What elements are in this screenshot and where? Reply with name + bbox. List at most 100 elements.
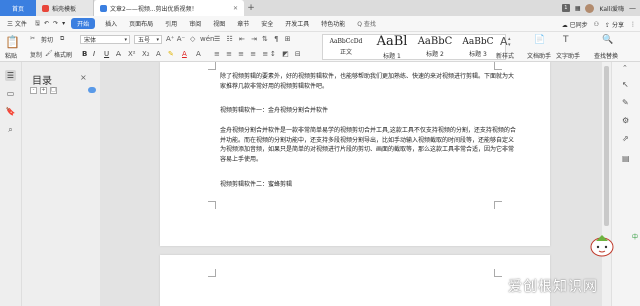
doc-assistant-button[interactable]: 文档助手 [527,51,551,60]
collaborate-icon[interactable]: ⚇ [594,21,599,28]
menu-file[interactable]: 三 文件 [3,19,33,28]
expand-ribbon-icon[interactable]: ⌃ [622,64,632,74]
style-sample: AaBl [376,34,408,49]
phonetic-icon[interactable]: wén [200,35,214,43]
style-heading-3[interactable]: AaBbC 标题 3 [458,34,498,60]
bold-button[interactable]: B [82,50,87,58]
clear-format-icon[interactable]: ◇ [190,35,195,43]
tab-references[interactable]: 引用 [159,19,183,28]
paste-icon[interactable]: 📋 [5,35,20,49]
font-size-select[interactable]: 五号 ▾ [134,35,162,44]
avatar[interactable] [585,3,595,13]
list-icons[interactable]: ☰ ☷ ⇤ ⇥ [214,35,259,43]
text-assistant-button[interactable]: 文字助手 [556,51,580,60]
tab-insert[interactable]: 插入 [99,19,123,28]
search-icon[interactable]: ⌕ [5,124,16,135]
scissors-icon[interactable]: ✂ [30,35,35,42]
outline-level-button[interactable]: □ [50,87,57,94]
find-replace-button[interactable]: 查找替换 [594,51,618,60]
font-name-select[interactable]: 宋体 ▾ [80,35,130,44]
style-heading-1[interactable]: AaBl 标题 1 [372,34,412,60]
undo-icon[interactable]: ↶ [42,20,51,27]
underline-button[interactable]: U [104,50,109,58]
outline-toggle[interactable] [88,87,96,93]
document-page-2[interactable] [160,255,550,306]
align-icons[interactable]: ≡ ≡ ≡ ≡ ≡ [214,50,270,58]
body-paragraph[interactable]: 除了视频剪辑的要素外，好的视频剪辑软件，也能够帮助我们更加熟练、快速的来对视频进… [220,72,518,91]
tab-review[interactable]: 审阅 [183,19,207,28]
body-paragraph[interactable]: 金舟视频分割合并软件是一款非常简单易学的视频剪切合并工具,这款工具不仅支持视频的… [220,126,518,164]
copy-icon[interactable]: ⧉ [60,35,64,43]
style-heading-2[interactable]: AaBbC 标题 2 [416,34,454,60]
case-icon[interactable]: A [156,50,161,58]
tab-security[interactable]: 安全 [255,19,279,28]
minimize-icon[interactable]: — [629,4,636,12]
char-shading-icon[interactable]: A [196,50,201,58]
close-tab-icon[interactable]: ✕ [233,5,238,12]
tab-view[interactable]: 视图 [207,19,231,28]
copy-button[interactable]: 复制 [30,50,42,59]
superscript-icon[interactable]: X² [128,50,136,58]
sort-icons[interactable]: ⇅ ¶ ⊞ [262,35,293,43]
tab-start[interactable]: 开始 [71,18,96,29]
new-style-button[interactable]: 新样式 [496,51,514,60]
tab-developer[interactable]: 开发工具 [279,19,315,28]
font-grow-icon[interactable]: A⁺ A⁻ [166,35,185,43]
find-icon[interactable]: 🔍 [602,35,613,45]
grid-icon[interactable]: ▦ [575,5,581,12]
spacing-icons[interactable]: ↕ ◩ ⊟ [270,50,303,58]
outline-nav-icon[interactable]: ☰ [5,70,16,81]
more-icon[interactable]: ▾ [60,20,67,27]
select-icon[interactable]: ↖ [622,80,632,90]
tab-page-layout[interactable]: 页面布局 [123,19,159,28]
tab-special-features[interactable]: 特色功能 [315,19,351,28]
format-painter-button[interactable]: 格式刷 [54,50,72,59]
user-name[interactable]: Kalli爱嗨 [599,4,624,13]
sync-status[interactable]: ☁ 已同步 [562,20,588,29]
more-menu-icon[interactable]: ⋮ [630,21,636,28]
bookmark-icon[interactable]: 🔖 [5,106,16,117]
doc-assistant-icon[interactable]: 📄 [534,35,545,45]
margin-marker [494,62,502,70]
subscript-icon[interactable]: X₂ [142,50,150,58]
tab-section[interactable]: 章节 [231,19,255,28]
redo-icon[interactable]: ↷ [51,20,60,27]
style-normal[interactable]: AaBbCcDd 正文 [326,34,366,60]
vertical-scrollbar[interactable] [602,62,611,306]
document-page[interactable]: 除了视频剪辑的要素外，好的视频剪辑软件，也能够帮助我们更加熟练、快速的来对视频进… [160,62,550,246]
highlight-icon[interactable]: ✎ [168,50,174,58]
close-icon[interactable]: × [80,73,87,82]
sync-label: 已同步 [569,21,588,29]
collapse-button[interactable]: - [30,87,37,94]
section-heading[interactable]: 视频剪辑软件二：蜜蜂剪辑 [220,180,518,190]
tab-document[interactable]: 文章2——视频...剪出优质视频！ ✕ [94,0,244,16]
save-icon[interactable]: 🖫 [33,19,42,29]
tab-document-label: 文章2——视频...剪出优质视频！ [110,5,198,13]
settings-icon[interactable]: ⚙ [622,116,632,126]
style-gallery-scroll[interactable]: ▴ ▾ [508,36,511,48]
new-style-icon[interactable]: A [500,35,508,48]
zoom-icon[interactable]: ▤ [622,154,632,164]
page-thumbnail-icon[interactable]: ▭ [5,88,16,99]
text-assistant-icon[interactable]: T [563,35,569,45]
expand-button[interactable]: + [40,87,47,94]
new-tab-button[interactable]: + [244,0,258,16]
pen-icon[interactable]: ✎ [622,98,632,108]
tab-home[interactable]: 首页 [0,0,36,16]
italic-button[interactable]: I [93,50,95,58]
search-command[interactable]: Q 查找 [351,19,382,28]
cut-button[interactable]: 剪切 [41,35,53,44]
share-icon[interactable]: ⇗ [622,134,632,144]
scrollbar-thumb[interactable] [604,66,609,226]
brush-icon[interactable]: 🖌 [45,50,53,57]
docer-icon [42,4,49,12]
section-heading[interactable]: 视频剪辑软件一：金舟视频分割合并软件 [220,106,518,116]
window-count-badge[interactable]: 1 [561,4,570,12]
tab-docer-templates[interactable]: 稻壳模板 [36,0,94,16]
assistant-mascot-icon[interactable] [588,232,616,258]
share-button[interactable]: ⇪ 分享 [605,20,624,29]
font-color-icon[interactable]: A [182,50,187,58]
document-canvas[interactable]: 除了视频剪辑的要素外，好的视频剪辑软件，也能够帮助我们更加熟练、快速的来对视频进… [100,62,602,306]
paste-button[interactable]: 粘贴 [5,51,17,60]
strikethrough-icon[interactable]: A̶ [116,50,121,58]
